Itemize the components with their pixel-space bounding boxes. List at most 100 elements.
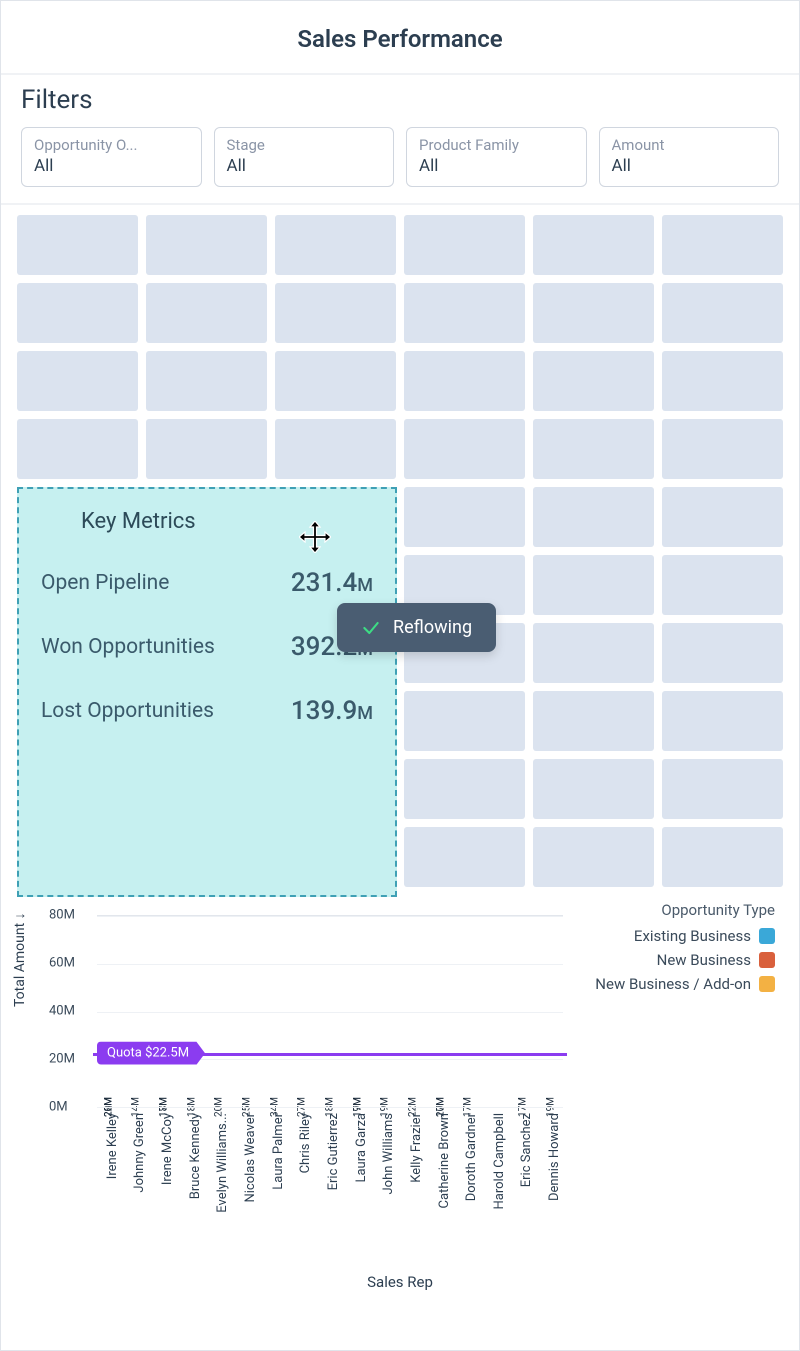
gridline	[97, 916, 563, 917]
legend-item-addon[interactable]: New Business / Add-on	[595, 975, 775, 993]
metric-lost-opportunities: Lost Opportunities 139.9M	[41, 696, 373, 726]
grid-cell	[17, 215, 138, 275]
filter-stage[interactable]: Stage All	[214, 127, 395, 187]
x-tick-label: Bruce Kennedy	[188, 1113, 203, 1199]
grid-cell	[404, 351, 525, 411]
x-tick-label: Evelyn Williams...	[215, 1113, 230, 1213]
dashboard-grid-area[interactable]: Key Metrics Open Pipeline 231.4M Won Opp…	[1, 205, 799, 887]
grid-cell	[404, 419, 525, 479]
y-tick-label: 20M	[49, 1052, 75, 1067]
filter-value: All	[227, 156, 382, 176]
grid-cell	[146, 351, 267, 411]
filter-label: Amount	[612, 136, 767, 154]
y-tick-label: 60M	[49, 956, 75, 971]
metric-label: Won Opportunities	[41, 635, 215, 659]
filter-value: All	[34, 156, 189, 176]
x-tick-label: Irene McCoy	[160, 1113, 175, 1185]
metric-value: 139.9M	[291, 696, 373, 726]
chart-container: Opportunity Type Existing Business New B…	[17, 897, 783, 1277]
gridline	[97, 964, 563, 965]
grid-cell	[533, 691, 654, 751]
grid-cell	[533, 623, 654, 683]
toast-label: Reflowing	[393, 617, 472, 638]
x-tick-label: Chris Riley	[298, 1113, 313, 1173]
metric-label: Lost Opportunities	[41, 699, 214, 723]
gridline	[97, 1012, 563, 1013]
filters-row: Opportunity O... All Stage All Product F…	[21, 127, 779, 187]
grid-cell	[533, 759, 654, 819]
x-tick-label: John Williams	[381, 1113, 396, 1195]
grid-cell	[662, 623, 783, 683]
grid-cell	[17, 283, 138, 343]
grid-cell	[146, 215, 267, 275]
quota-badge: Quota $22.5M	[97, 1042, 205, 1065]
grid-cell	[146, 419, 267, 479]
grid-cell	[404, 215, 525, 275]
x-tick-label: Harold Campbell	[492, 1113, 507, 1210]
legend-label: New Business / Add-on	[595, 975, 751, 993]
grid-cell	[533, 487, 654, 547]
x-tick-label: Irene Kelley	[105, 1113, 120, 1179]
grid-cell	[17, 419, 138, 479]
legend-label: New Business	[657, 951, 751, 969]
filters-heading: Filters	[21, 85, 779, 115]
gridline	[97, 1107, 563, 1108]
filter-label: Opportunity O...	[34, 136, 189, 154]
grid-cell	[533, 827, 654, 887]
grid-cell	[662, 691, 783, 751]
grid-cell	[662, 283, 783, 343]
grid-cell	[662, 827, 783, 887]
metric-label: Open Pipeline	[41, 571, 169, 595]
chart-legend: Opportunity Type Existing Business New B…	[595, 901, 775, 999]
reflowing-toast: Reflowing	[337, 603, 496, 652]
x-tick-label: Dennis Howard	[547, 1113, 562, 1201]
legend-swatch-icon	[759, 928, 775, 944]
widget-key-metrics[interactable]: Key Metrics Open Pipeline 231.4M Won Opp…	[17, 487, 397, 897]
x-tick-label: Laura Garza	[354, 1113, 369, 1183]
grid-cell	[662, 759, 783, 819]
grid-cell	[533, 419, 654, 479]
filters-section: Filters Opportunity O... All Stage All P…	[1, 75, 799, 205]
grid-cell	[533, 351, 654, 411]
legend-item-existing[interactable]: Existing Business	[595, 927, 775, 945]
grid-cell	[404, 487, 525, 547]
legend-label: Existing Business	[634, 927, 751, 945]
grid-cell	[404, 827, 525, 887]
filter-product-family[interactable]: Product Family All	[406, 127, 587, 187]
x-tick-label: Eric Sanchez	[519, 1113, 534, 1187]
grid-cell	[275, 351, 396, 411]
x-tick-label: Johnny Green	[132, 1113, 147, 1193]
grid-cell	[533, 555, 654, 615]
chart-widget[interactable]: Opportunity Type Existing Business New B…	[1, 887, 799, 1291]
y-tick-label: 80M	[49, 908, 75, 923]
filter-label: Stage	[227, 136, 382, 154]
filter-opportunity-owner[interactable]: Opportunity O... All	[21, 127, 202, 187]
grid-cell	[146, 283, 267, 343]
x-tick-label: Laura Palmer	[271, 1113, 286, 1190]
grid-cell	[275, 419, 396, 479]
grid-cell	[404, 691, 525, 751]
grid-cell	[275, 283, 396, 343]
grid-cell	[662, 487, 783, 547]
grid-cell	[17, 351, 138, 411]
move-cursor-icon	[299, 521, 331, 553]
legend-swatch-icon	[759, 976, 775, 992]
y-tick-label: 40M	[49, 1004, 75, 1019]
chart-plot-area: 26M20M22MIrene Kelley14MJohnny Green17M1…	[97, 915, 563, 1107]
metric-won-opportunities: Won Opportunities 392.2M	[41, 632, 373, 662]
grid-cell	[404, 759, 525, 819]
y-tick-label: 0M	[49, 1100, 68, 1115]
x-tick-label: Doroth Gardner	[464, 1113, 479, 1201]
filter-amount[interactable]: Amount All	[599, 127, 780, 187]
metric-open-pipeline: Open Pipeline 231.4M	[41, 568, 373, 598]
grid-cell	[662, 215, 783, 275]
x-tick-label: Eric Gutierrez	[326, 1113, 341, 1190]
page-title: Sales Performance	[1, 1, 799, 75]
grid-cell	[275, 215, 396, 275]
grid-cell	[533, 215, 654, 275]
legend-title: Opportunity Type	[595, 901, 775, 919]
legend-item-new[interactable]: New Business	[595, 951, 775, 969]
x-tick-label: Kelly Frazier	[409, 1113, 424, 1183]
filter-value: All	[419, 156, 574, 176]
grid-cell	[662, 555, 783, 615]
